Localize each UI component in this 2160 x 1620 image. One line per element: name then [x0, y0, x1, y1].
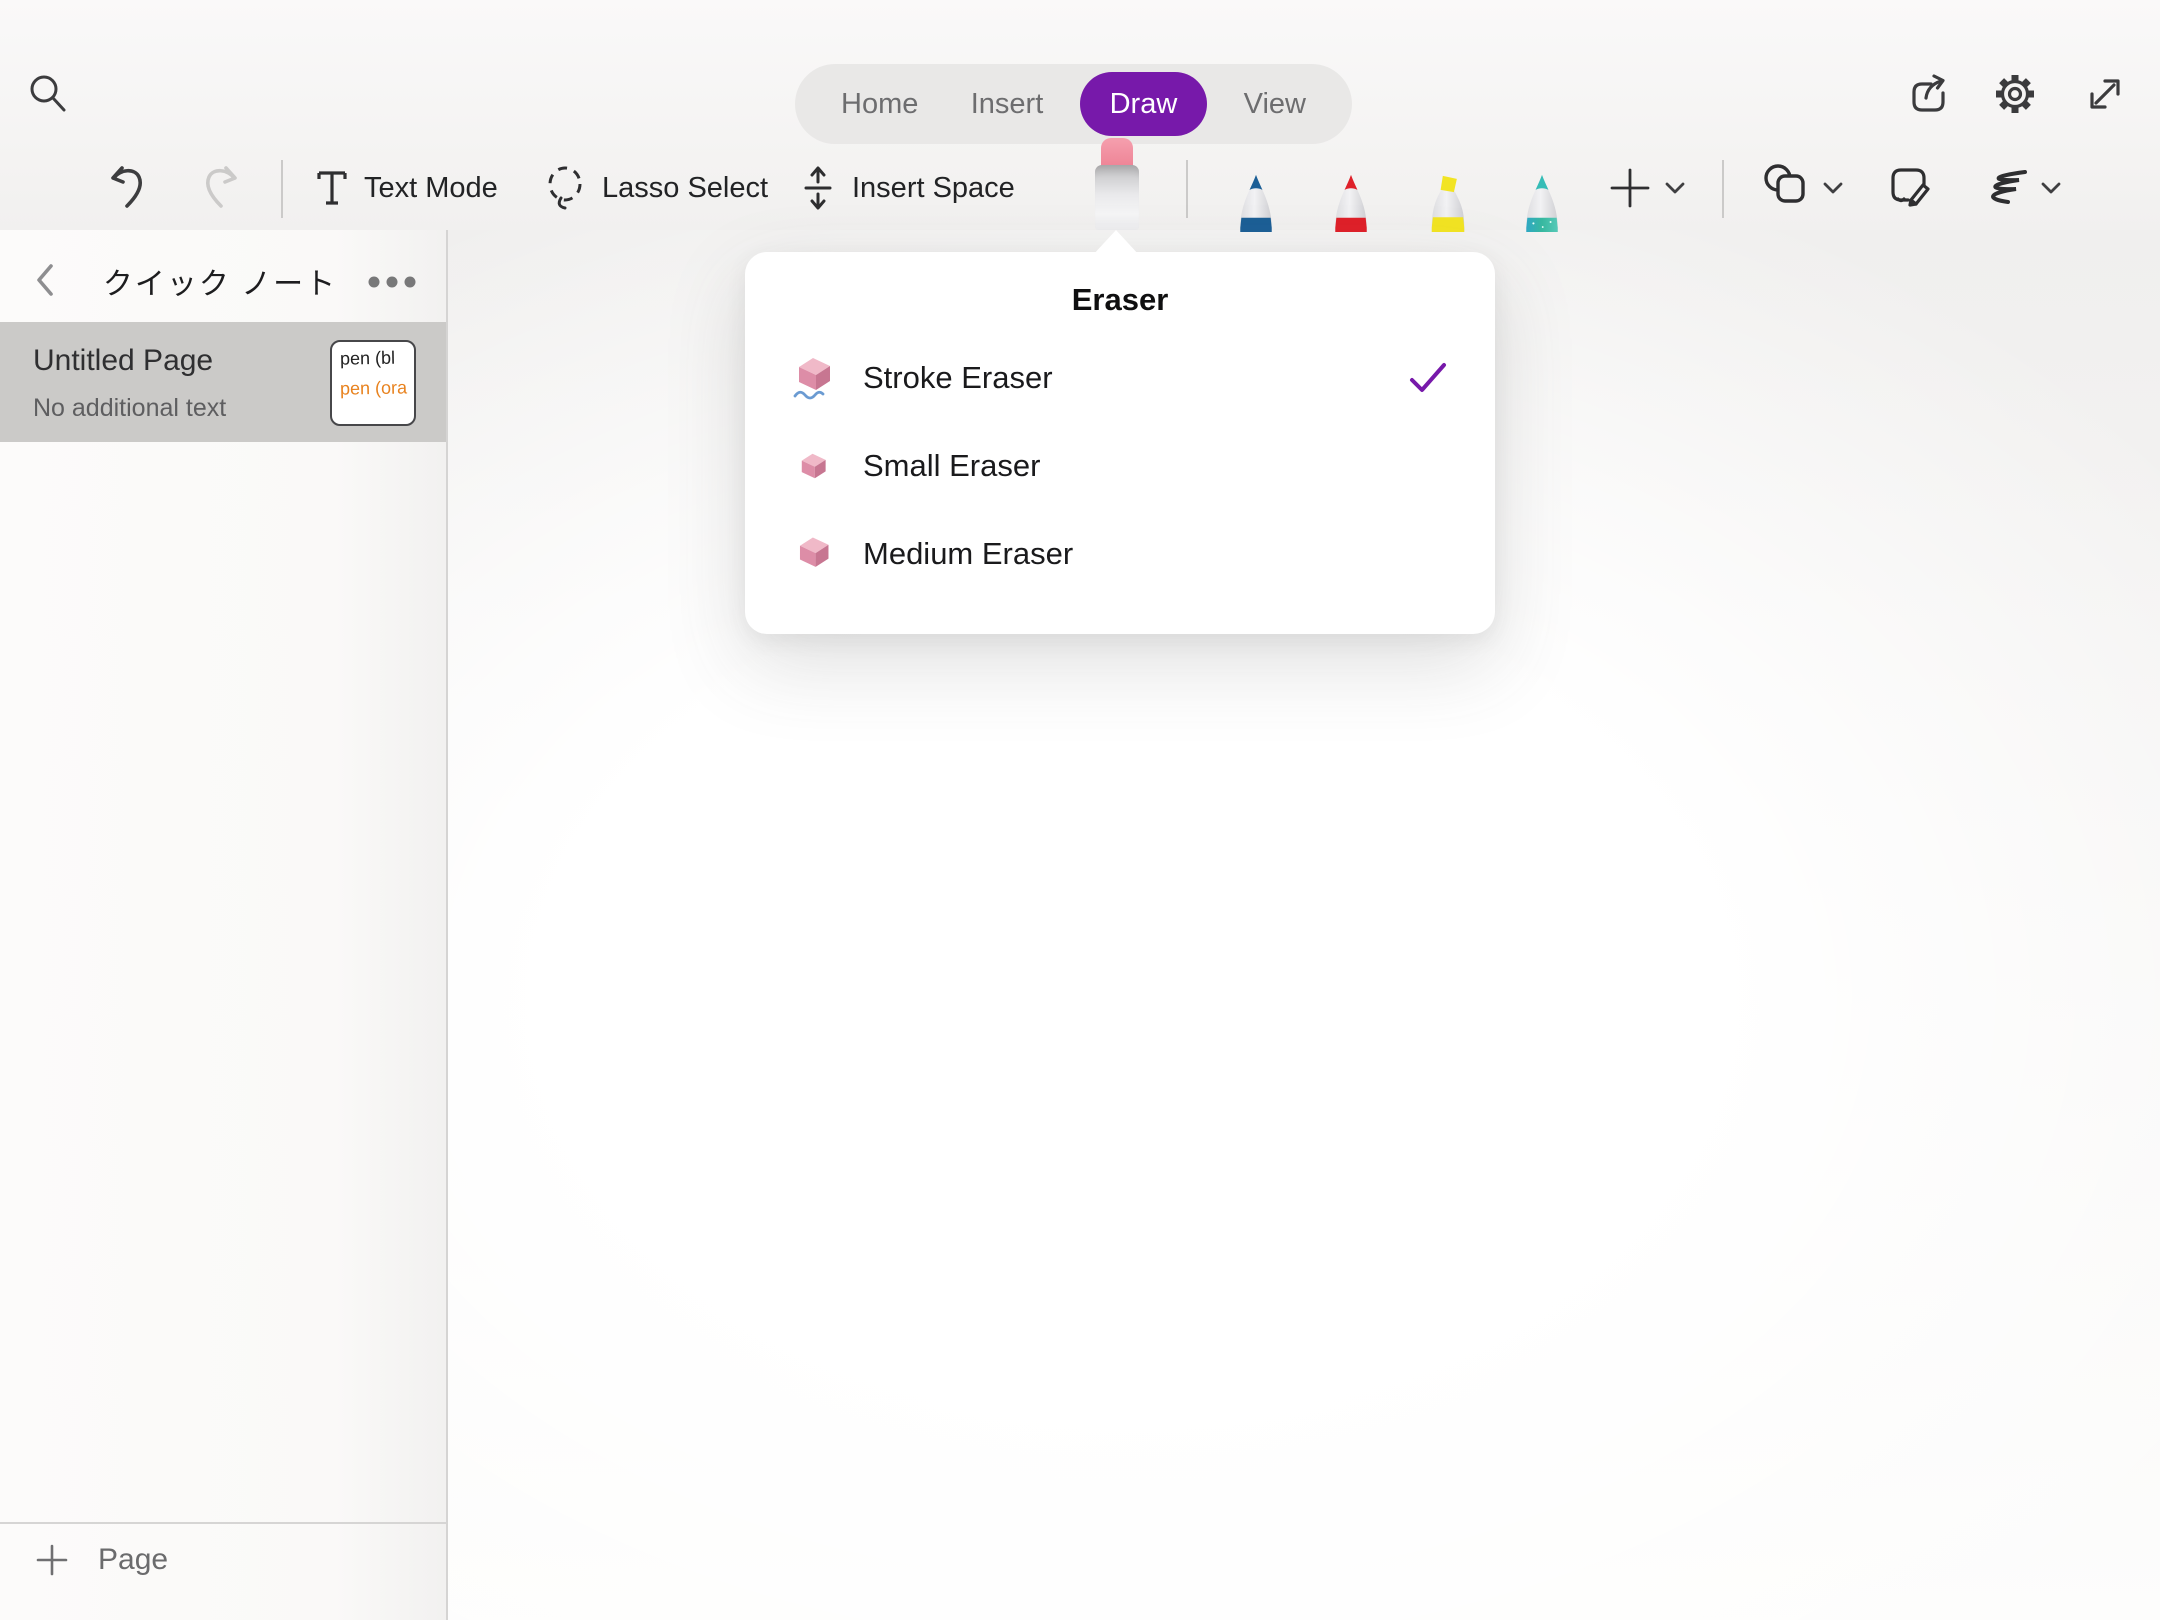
menu-item-label: Stroke Eraser	[863, 360, 1407, 396]
page-thumbnail: pen (bl pen (ora	[330, 340, 416, 426]
stroke-eraser-icon	[785, 353, 837, 403]
redo-button[interactable]	[196, 162, 244, 214]
tab-view[interactable]: View	[1228, 72, 1322, 136]
plus-icon	[1607, 165, 1653, 211]
share-button[interactable]	[1903, 70, 1951, 118]
shapes-icon	[1761, 161, 1813, 211]
tab-home[interactable]: Home	[825, 72, 934, 136]
toolbar-divider	[1186, 160, 1188, 218]
galaxy-pen[interactable]	[1518, 172, 1566, 232]
thumbnail-line: pen (bl	[340, 347, 414, 369]
redo-icon	[197, 163, 243, 213]
red-pen[interactable]	[1327, 172, 1375, 232]
sidebar-footer: Page	[0, 1522, 446, 1620]
tab-insert[interactable]: Insert	[955, 72, 1060, 136]
expand-icon	[2083, 72, 2127, 116]
toolbar-divider	[1722, 160, 1724, 218]
shapes-button[interactable]	[1760, 160, 1814, 212]
text-mode-button[interactable]: Text Mode	[312, 158, 498, 218]
shapes-chevron[interactable]	[1820, 178, 1846, 198]
text-mode-icon	[312, 166, 352, 210]
eraser-tool-body	[1095, 165, 1139, 230]
text-mode-label: Text Mode	[364, 172, 498, 205]
add-pen-chevron[interactable]	[1662, 178, 1688, 198]
add-page-button[interactable]: Page	[34, 1542, 168, 1578]
small-eraser-icon	[791, 446, 831, 486]
undo-icon	[105, 163, 151, 213]
page-sidebar: クイック ノート Untitled Page No additional tex…	[0, 230, 448, 1620]
page-list-item-selected[interactable]: Untitled Page No additional text pen (bl…	[0, 322, 446, 442]
menu-item-stroke-eraser[interactable]: Stroke Eraser	[745, 334, 1495, 422]
menu-item-label: Small Eraser	[863, 448, 1407, 484]
chevron-left-icon	[34, 261, 58, 299]
thumbnail-line: pen (ora	[340, 377, 414, 399]
top-chrome: Home Insert Draw View	[0, 0, 2160, 230]
toolbar-divider	[281, 160, 283, 218]
fullscreen-button[interactable]	[2081, 70, 2129, 118]
chevron-down-icon	[1664, 181, 1686, 195]
lasso-select-button[interactable]: Lasso Select	[540, 158, 768, 218]
medium-eraser-icon	[787, 531, 835, 577]
share-icon	[1904, 71, 1950, 117]
tab-draw[interactable]: Draw	[1080, 72, 1208, 136]
page-item-subtitle: No additional text	[33, 394, 226, 423]
insert-space-icon	[796, 163, 840, 213]
ribbon-tabs: Home Insert Draw View	[795, 64, 1352, 144]
settings-button[interactable]	[1991, 70, 2039, 118]
ink-strokes-button[interactable]	[1972, 164, 2032, 212]
eraser-menu: Stroke Eraser Small Eraser	[745, 334, 1495, 598]
menu-item-medium-eraser[interactable]: Medium Eraser	[745, 510, 1495, 598]
notebook-title: クイック ノート	[70, 259, 370, 303]
ink-note-button[interactable]	[1884, 160, 1936, 212]
eraser-popup: Eraser Stroke Eraser	[745, 252, 1495, 634]
scribble-icon	[1973, 165, 2031, 211]
chevron-down-icon	[2040, 181, 2062, 195]
insert-space-button[interactable]: Insert Space	[796, 158, 1015, 218]
onenote-app: Home Insert Draw View	[0, 0, 2160, 1620]
search-button[interactable]	[24, 70, 72, 118]
yellow-highlighter[interactable]	[1424, 170, 1472, 232]
popup-caret	[1092, 230, 1140, 256]
ellipsis-icon	[368, 276, 416, 288]
insert-space-label: Insert Space	[852, 172, 1015, 205]
lasso-select-label: Lasso Select	[602, 172, 768, 205]
add-pen-button[interactable]	[1606, 164, 1654, 212]
eraser-tool[interactable]	[1088, 138, 1146, 230]
checkmark-icon	[1407, 361, 1449, 395]
gear-icon	[1992, 71, 2038, 117]
ink-strokes-chevron[interactable]	[2038, 178, 2064, 198]
search-icon	[26, 72, 70, 116]
chevron-down-icon	[1822, 181, 1844, 195]
back-button[interactable]	[26, 258, 66, 302]
lasso-select-icon	[540, 162, 590, 214]
blue-pen[interactable]	[1232, 172, 1280, 232]
undo-button[interactable]	[104, 162, 152, 214]
more-options-button[interactable]	[366, 262, 418, 302]
menu-item-label: Medium Eraser	[863, 536, 1407, 572]
ink-note-icon	[1885, 161, 1935, 211]
add-page-label: Page	[98, 1543, 168, 1577]
plus-icon	[34, 1542, 70, 1578]
page-item-title: Untitled Page	[33, 344, 213, 378]
menu-item-small-eraser[interactable]: Small Eraser	[745, 422, 1495, 510]
eraser-popup-title: Eraser	[745, 282, 1495, 318]
